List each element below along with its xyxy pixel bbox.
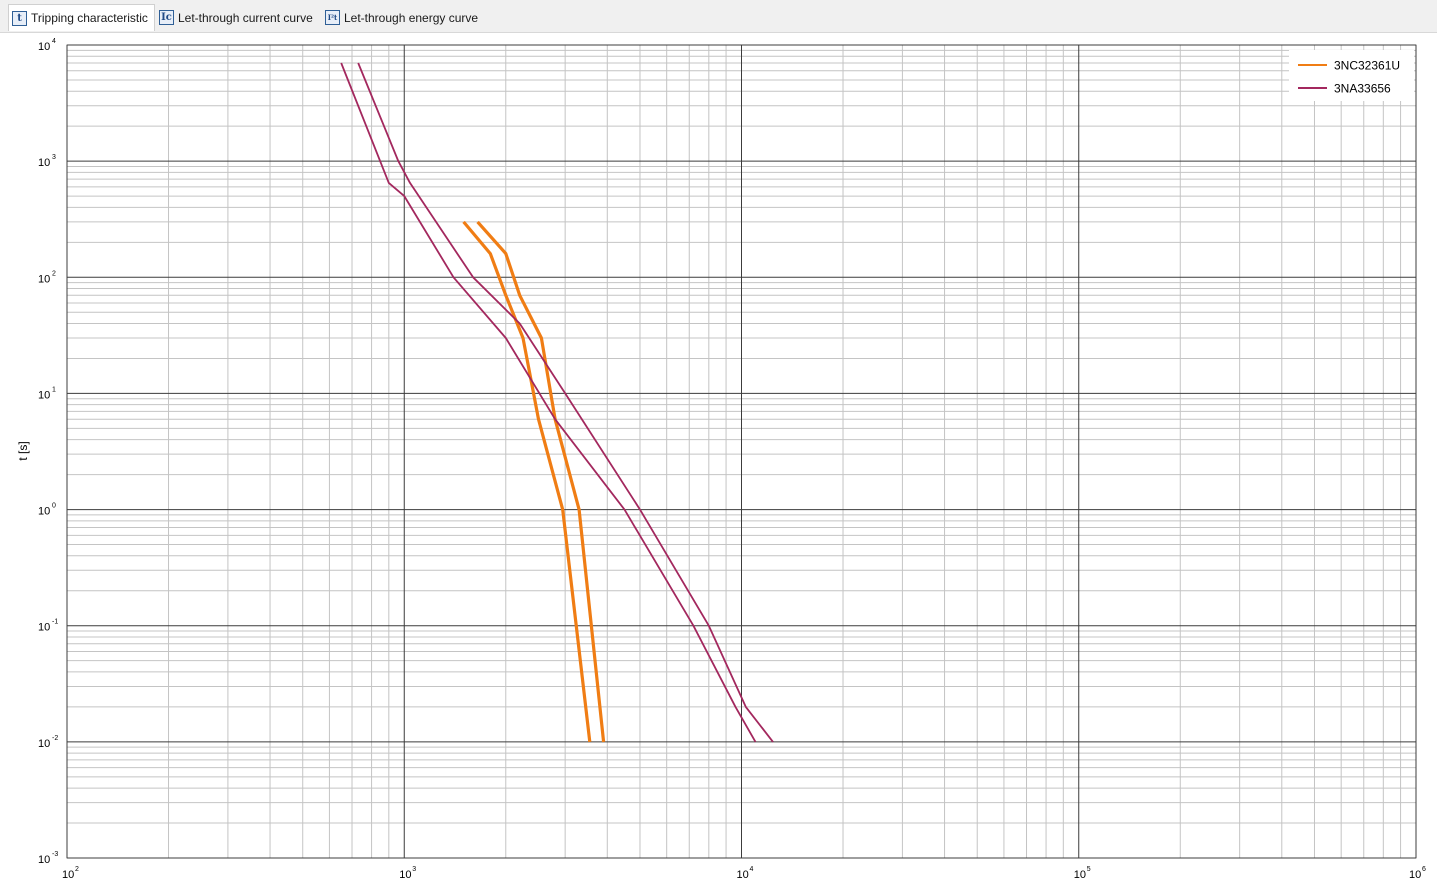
x-tick-label: 10 xyxy=(1409,869,1421,881)
y-tick-label: 10 xyxy=(38,738,50,750)
y-axis-label: t [s] xyxy=(16,441,30,460)
tab-label: Tripping characteristic xyxy=(31,11,148,25)
y-tick-label: 10 xyxy=(38,622,50,634)
x-tick-label: 10 xyxy=(737,869,749,881)
let-through-current-icon: Ic xyxy=(159,10,174,25)
legend-label-3nc32361u: 3NC32361U xyxy=(1334,59,1400,73)
x-tick-label: 10 xyxy=(1074,869,1086,881)
x-tick-label: 10 xyxy=(399,869,411,881)
y-tick-label: 10 xyxy=(38,273,50,285)
y-tick-exponent: -1 xyxy=(52,619,58,626)
legend: 3NC32361U 3NA33656 xyxy=(1289,50,1414,101)
tripping-characteristic-icon: t xyxy=(12,10,27,26)
y-tick-exponent: 4 xyxy=(52,38,56,45)
y-tick-exponent: 0 xyxy=(52,503,56,510)
y-tick-exponent: -2 xyxy=(52,735,58,742)
x-tick-exponent: 6 xyxy=(1422,866,1426,873)
chart-tab-bar: t Tripping characteristic Ic Let-through… xyxy=(0,0,1437,33)
y-tick-label: 10 xyxy=(38,389,50,401)
y-tick-exponent: 1 xyxy=(52,386,56,393)
x-tick-exponent: 3 xyxy=(412,866,416,873)
y-tick-exponent: -3 xyxy=(52,851,58,858)
y-tick-label: 10 xyxy=(38,157,50,169)
y-tick-labels: 10 410 310 210 110 010 -110 -210 -3 xyxy=(38,38,58,866)
tab-let-through-current-curve[interactable]: Ic Let-through current curve xyxy=(156,4,321,31)
y-tick-exponent: 3 xyxy=(52,154,56,161)
y-tick-label: 10 xyxy=(38,506,50,518)
tab-tripping-characteristic[interactable]: t Tripping characteristic xyxy=(8,4,155,31)
y-tick-label: 10 xyxy=(38,41,50,53)
tab-label: Let-through energy curve xyxy=(344,10,479,25)
x-tick-exponent: 5 xyxy=(1087,866,1091,873)
x-tick-labels: 10 2 10 3 10 4 10 5 10 6 xyxy=(62,866,1426,881)
x-tick-exponent: 4 xyxy=(750,866,754,873)
tripping-characteristic-chart: 10 2 10 3 10 4 10 5 10 6 10 410 310 210 110 010 -110 -21… xyxy=(16,38,1426,881)
x-tick-label: 10 xyxy=(62,869,74,881)
y-tick-exponent: 2 xyxy=(52,270,56,277)
y-tick-label: 10 xyxy=(38,854,50,866)
tab-let-through-energy-curve[interactable]: I²t Let-through energy curve xyxy=(322,4,487,31)
tab-label: Let-through current curve xyxy=(178,10,313,25)
legend-label-3na33656: 3NA33656 xyxy=(1334,82,1391,96)
x-tick-exponent: 2 xyxy=(75,866,79,873)
let-through-energy-icon: I²t xyxy=(325,10,340,25)
